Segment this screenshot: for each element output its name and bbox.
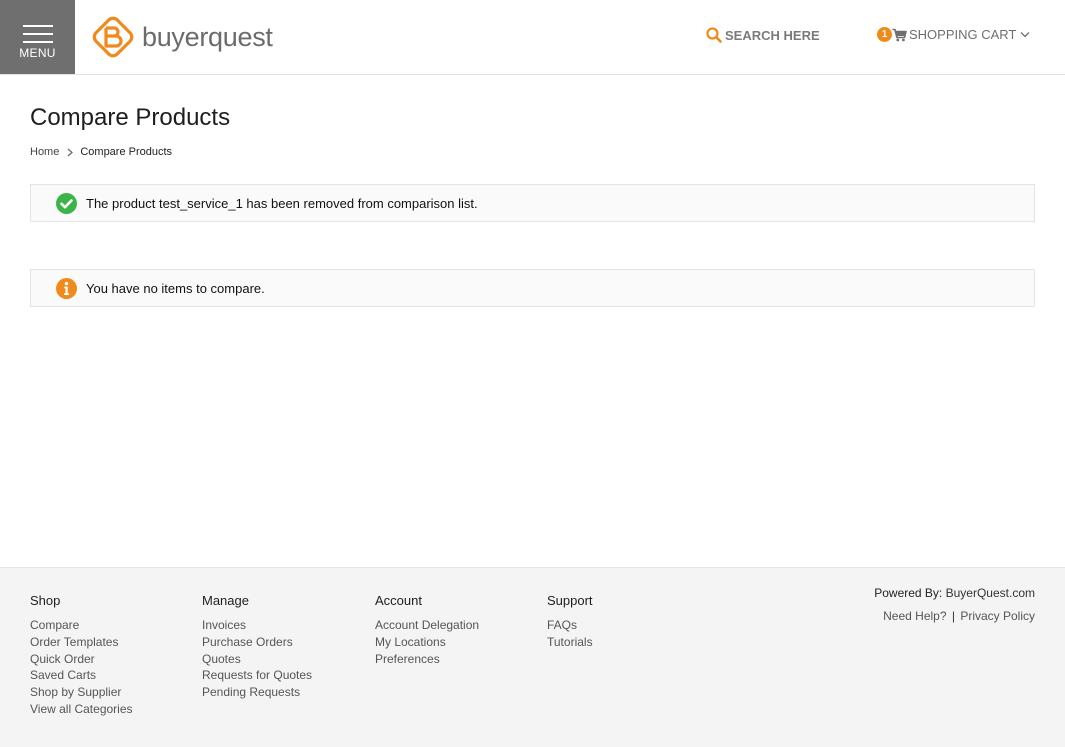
powered-by-label: Powered By:	[874, 586, 943, 600]
search-button[interactable]: SEARCH HERE	[706, 27, 820, 43]
info-message-text: You have no items to compare.	[86, 280, 265, 296]
chevron-right-icon	[67, 148, 74, 156]
success-message: The product test_service_1 has been remo…	[30, 184, 1035, 222]
footer-column-account: Account Account Delegation My Locations …	[375, 593, 479, 667]
footer-column-manage: Manage Invoices Purchase Orders Quotes R…	[202, 593, 312, 701]
footer-right: Powered By: BuyerQuest.com Need Help? | …	[874, 586, 1035, 623]
footer-column-support: Support FAQs Tutorials	[547, 593, 593, 651]
footer-link-pending-requests[interactable]: Pending Requests	[202, 684, 312, 701]
footer-heading-manage: Manage	[202, 593, 249, 608]
logo-text: buyerquest	[142, 21, 273, 52]
site-header: MENU buyerquest SEARCH HERE 1 SHOPPING C…	[0, 0, 1065, 75]
footer-column-shop: Shop Compare Order Templates Quick Order…	[30, 593, 133, 718]
powered-by: Powered By: BuyerQuest.com	[874, 586, 1035, 600]
shopping-cart-button[interactable]: 1 SHOPPING CART	[877, 27, 1030, 42]
need-help-link[interactable]: Need Help?	[883, 609, 946, 623]
footer-link-compare[interactable]: Compare	[30, 617, 133, 634]
check-circle-icon	[56, 192, 77, 214]
footer-link-saved-carts[interactable]: Saved Carts	[30, 667, 133, 684]
breadcrumb: Home Compare Products	[30, 146, 172, 158]
help-links: Need Help? | Privacy Policy	[874, 609, 1035, 623]
footer-link-preferences[interactable]: Preferences	[375, 651, 479, 668]
footer-heading-account: Account	[375, 593, 422, 608]
chevron-down-icon	[1020, 32, 1030, 38]
privacy-policy-link[interactable]: Privacy Policy	[960, 609, 1035, 623]
footer-link-my-locations[interactable]: My Locations	[375, 634, 479, 651]
powered-by-link[interactable]: BuyerQuest.com	[946, 586, 1035, 600]
footer-link-shop-by-supplier[interactable]: Shop by Supplier	[30, 684, 133, 701]
buyerquest-logo[interactable]: buyerquest	[90, 14, 273, 60]
footer-link-view-all-categories[interactable]: View all Categories	[30, 701, 133, 718]
footer-heading-support: Support	[547, 593, 593, 608]
footer-heading-shop: Shop	[30, 593, 61, 608]
footer-link-account-delegation[interactable]: Account Delegation	[375, 617, 479, 634]
help-separator: |	[951, 609, 955, 623]
menu-button[interactable]: MENU	[0, 0, 75, 74]
breadcrumb-home-link[interactable]: Home	[30, 146, 59, 158]
page-title: Compare Products	[30, 104, 231, 131]
footer-link-faqs[interactable]: FAQs	[547, 617, 593, 634]
breadcrumb-current: Compare Products	[80, 146, 173, 158]
info-circle-icon	[56, 277, 77, 299]
footer-link-invoices[interactable]: Invoices	[202, 617, 312, 634]
footer-link-requests-for-quotes[interactable]: Requests for Quotes	[202, 667, 312, 684]
footer-link-purchase-orders[interactable]: Purchase Orders	[202, 634, 312, 651]
footer-link-order-templates[interactable]: Order Templates	[30, 634, 133, 651]
site-footer: Shop Compare Order Templates Quick Order…	[0, 567, 1065, 747]
logo-mark-icon	[92, 16, 134, 58]
shopping-cart-icon	[892, 28, 907, 41]
success-message-text: The product test_service_1 has been remo…	[86, 195, 478, 211]
search-icon	[706, 27, 722, 43]
search-label: SEARCH HERE	[725, 27, 820, 43]
footer-link-quick-order[interactable]: Quick Order	[30, 651, 133, 668]
cart-label: SHOPPING CART	[909, 27, 1017, 42]
info-message: You have no items to compare.	[30, 269, 1035, 307]
menu-label: MENU	[19, 46, 56, 60]
cart-count-badge: 1	[877, 27, 892, 42]
footer-link-quotes[interactable]: Quotes	[202, 651, 312, 668]
footer-link-tutorials[interactable]: Tutorials	[547, 634, 593, 651]
